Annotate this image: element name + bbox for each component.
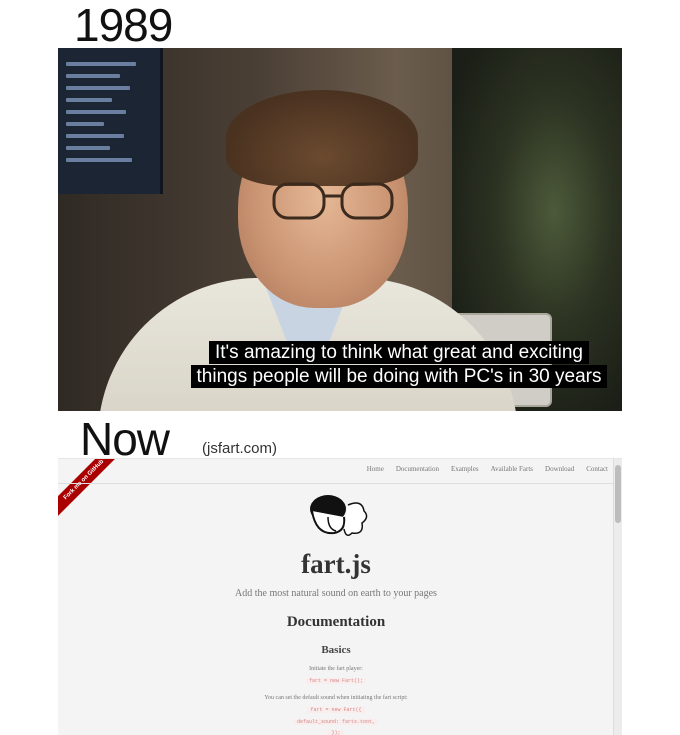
video-subtitle: It's amazing to think what great and exc… (164, 341, 622, 389)
nav-documentation[interactable]: Documentation (396, 465, 439, 473)
nav-download[interactable]: Download (545, 465, 574, 473)
website-screenshot: Fork me on GitHub Home Documentation Exa… (58, 458, 622, 735)
person-hair (226, 90, 418, 186)
doc-text-1: Initiate the fart player: (309, 666, 363, 672)
scrollbar[interactable] (613, 459, 622, 735)
photo-1989: It's amazing to think what great and exc… (58, 48, 622, 411)
nav-divider (58, 483, 622, 484)
subtitle-line-2: things people will be doing with PC's in… (190, 365, 608, 388)
wall-poster (58, 48, 163, 194)
code-line-2: fart = new Fart({ (58, 707, 614, 713)
doc-text-2: You can set the default sound when initi… (264, 695, 408, 701)
fart-logo-icon (310, 495, 368, 536)
glasses-icon (272, 182, 394, 220)
nav-home[interactable]: Home (367, 465, 384, 473)
site-nav: Home Documentation Examples Available Fa… (367, 465, 608, 473)
code-line-3: default_sound: farts.toot, (58, 719, 614, 725)
nav-examples[interactable]: Examples (451, 465, 479, 473)
nav-contact[interactable]: Contact (586, 465, 608, 473)
subtitle-line-1: It's amazing to think what great and exc… (209, 341, 589, 364)
code-line-4: }); (58, 730, 614, 735)
year-label: 1989 (74, 0, 173, 51)
documentation-heading: Documentation (286, 614, 386, 630)
site-tagline: Add the most natural sound on earth to y… (235, 588, 437, 599)
github-ribbon[interactable]: Fork me on GitHub (58, 459, 125, 521)
scrollbar-thumb[interactable] (615, 465, 621, 523)
nav-available-farts[interactable]: Available Farts (491, 465, 533, 473)
basics-heading: Basics (321, 644, 351, 656)
site-url-label: (jsfart.com) (202, 440, 277, 457)
code-line-1: fart = new Fart(); (58, 678, 614, 684)
site-title: fart.js (301, 549, 371, 579)
